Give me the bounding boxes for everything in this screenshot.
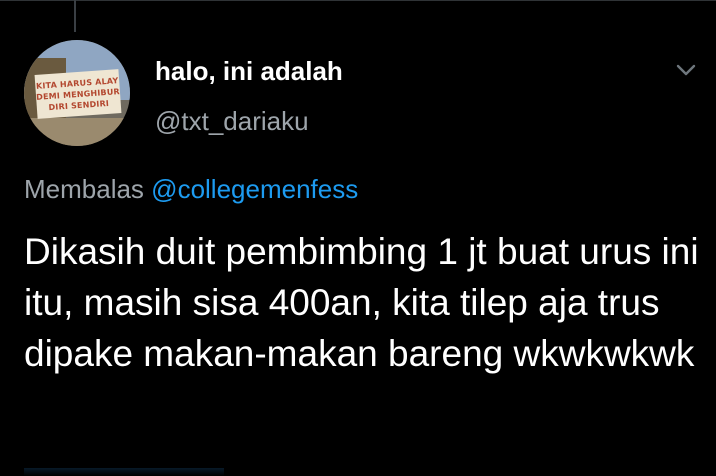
cropped-link-hint <box>24 468 224 476</box>
user-handle[interactable]: @txt_dariaku <box>155 106 309 137</box>
avatar-ground <box>24 118 130 146</box>
tweet-text: Dikasih duit pembimbing 1 jt buat urus i… <box>24 231 699 374</box>
top-divider <box>0 0 716 1</box>
reply-mention-link[interactable]: @collegemenfess <box>151 174 358 204</box>
reply-context: Membalas @collegemenfess <box>24 174 358 205</box>
display-name[interactable]: halo, ini adalah <box>155 56 343 87</box>
avatar[interactable]: KITA HARUS ALAY DEMI MENGHIBUR DIRI SEND… <box>24 40 130 146</box>
avatar-sign: KITA HARUS ALAY DEMI MENGHIBUR DIRI SEND… <box>34 69 122 119</box>
thread-connector-line <box>74 0 76 32</box>
reply-prefix: Membalas <box>24 174 144 204</box>
chevron-down-icon[interactable] <box>672 56 700 84</box>
